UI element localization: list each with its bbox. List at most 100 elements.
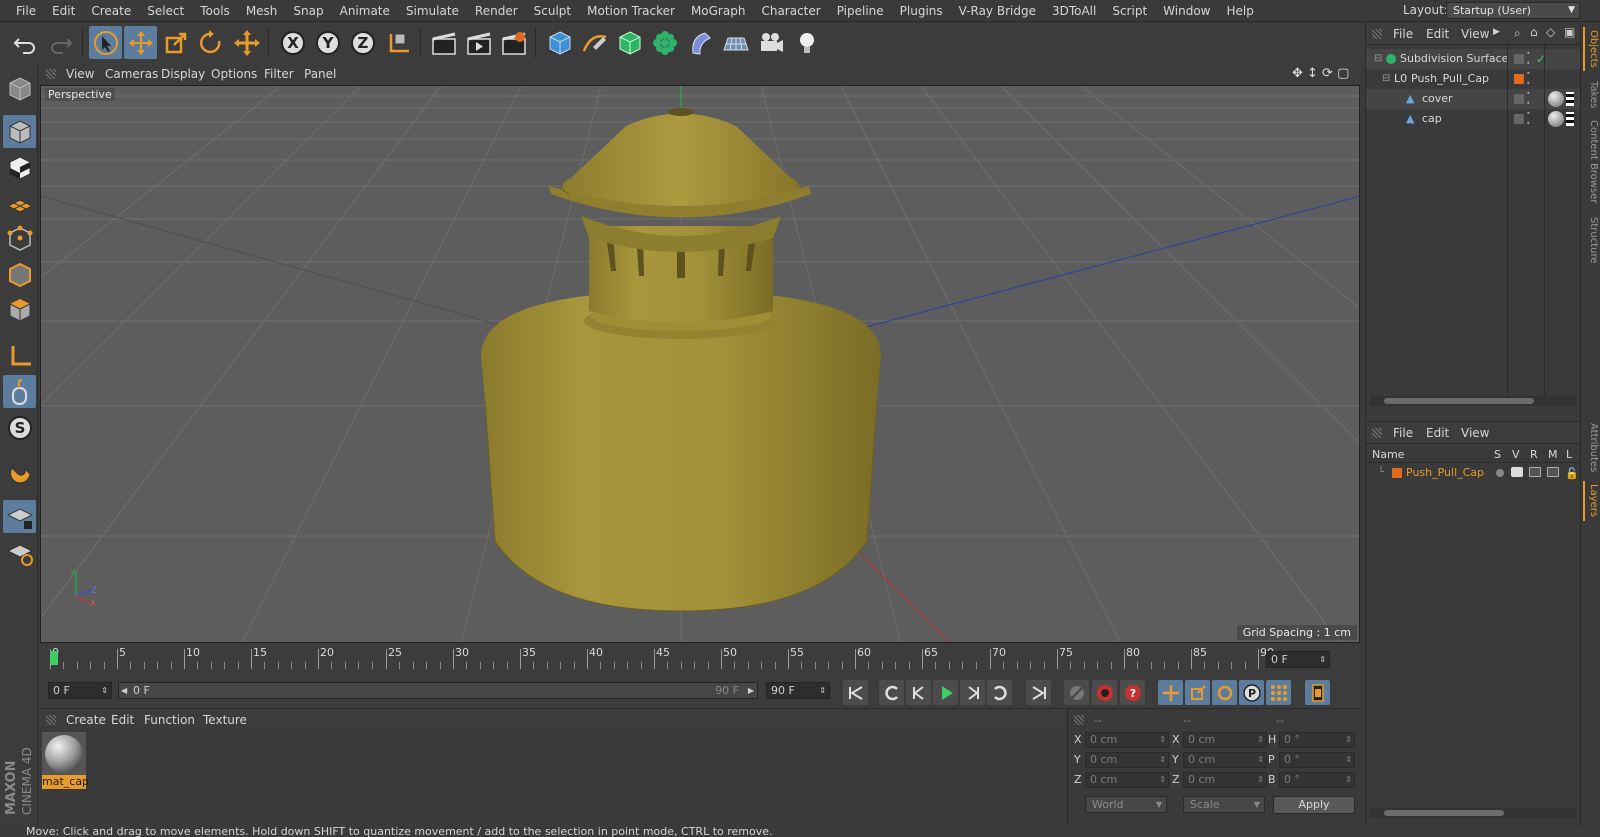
pos-x-field[interactable]: 0 cm ⇕: [1085, 732, 1169, 748]
key-rotation-button[interactable]: [1212, 680, 1237, 705]
tab-takes[interactable]: Takes: [1583, 79, 1599, 111]
edges-mode-button[interactable]: [3, 258, 36, 291]
render-picture-viewer-button[interactable]: [462, 26, 495, 59]
tab-content-browser[interactable]: Content Browser: [1583, 119, 1599, 205]
undo-button[interactable]: [8, 26, 41, 59]
menu-render[interactable]: Render: [467, 3, 526, 19]
menu-3dtoall[interactable]: 3DToAll: [1044, 3, 1104, 19]
texture-mode-button[interactable]: [3, 151, 36, 184]
playhead[interactable]: [50, 651, 58, 665]
new-window-icon[interactable]: ▣: [1564, 25, 1575, 39]
layer-menu-file[interactable]: File: [1393, 426, 1413, 440]
viewport-menu-cameras[interactable]: Cameras: [105, 67, 158, 81]
search-icon[interactable]: ⌕: [1514, 26, 1521, 41]
scrollbar-thumb[interactable]: [1384, 810, 1504, 816]
grip-handle[interactable]: [1372, 428, 1382, 438]
recent-tool-button[interactable]: [230, 26, 263, 59]
object-menu-file[interactable]: File: [1393, 27, 1413, 41]
rot-b-field[interactable]: 0 ° ⇕: [1279, 772, 1355, 788]
render-clapboard-icon[interactable]: [1529, 467, 1541, 477]
points-mode-button[interactable]: [3, 222, 36, 255]
autokeying-button[interactable]: ?: [1120, 680, 1145, 705]
visibility-dots-icon[interactable]: • •: [1526, 69, 1531, 89]
material-menu-create[interactable]: Create: [66, 713, 106, 727]
key-pla-button[interactable]: [1266, 680, 1291, 705]
menu-file[interactable]: File: [8, 3, 44, 19]
menu-edit[interactable]: Edit: [44, 3, 83, 19]
texture-tag-icon[interactable]: [1566, 92, 1574, 106]
column-view[interactable]: V: [1512, 448, 1520, 461]
column-manager[interactable]: M: [1548, 448, 1558, 461]
record-keys-off-button[interactable]: [1064, 680, 1089, 705]
material-menu-texture[interactable]: Texture: [203, 713, 247, 727]
current-frame-field[interactable]: 0 F ⇕: [1266, 651, 1330, 668]
render-view-button[interactable]: [427, 26, 460, 59]
object-row-cap[interactable]: ▲ cap • •: [1366, 109, 1581, 129]
viewport-nav-icons[interactable]: ✥ ↕ ⟳ ▢: [1292, 66, 1349, 81]
spline-pen-button[interactable]: [578, 26, 611, 59]
navigate-icon[interactable]: ◇: [1546, 25, 1555, 39]
menu-create[interactable]: Create: [83, 3, 139, 19]
polygons-mode-button[interactable]: [3, 293, 36, 326]
viewport-menu-view[interactable]: View: [66, 67, 94, 81]
object-row-push-pull-cap[interactable]: ⊟ L0 Push_Pull_Cap • •: [1366, 69, 1581, 89]
menu-vray-bridge[interactable]: V-Ray Bridge: [951, 3, 1044, 19]
z-axis-lock-button[interactable]: Z: [346, 26, 379, 59]
layer-manager-scrollbar[interactable]: [1370, 808, 1576, 818]
coordinate-mode-select[interactable]: World ▼: [1085, 796, 1167, 813]
menu-simulate[interactable]: Simulate: [398, 3, 467, 19]
object-row-subdivision-surface[interactable]: ⊟ Subdivision Surface • • ✓: [1366, 49, 1581, 69]
key-parameter-button[interactable]: P: [1239, 680, 1264, 705]
move-tool-button[interactable]: [124, 26, 157, 59]
next-key-button[interactable]: [987, 680, 1012, 705]
record-active-objects-button[interactable]: [1092, 680, 1117, 705]
tab-objects[interactable]: Objects: [1583, 27, 1599, 71]
timeline-window-button[interactable]: [1305, 680, 1330, 705]
layer-color-swatch[interactable]: [1514, 74, 1524, 84]
menu-sculpt[interactable]: Sculpt: [526, 3, 579, 19]
menu-tools[interactable]: Tools: [192, 3, 238, 19]
tree-collapse-icon[interactable]: ⊟: [1374, 49, 1382, 69]
cube-primitive-button[interactable]: [543, 26, 576, 59]
apply-button[interactable]: Apply: [1273, 796, 1355, 814]
go-to-end-button[interactable]: [1026, 680, 1051, 705]
layout-select[interactable]: Startup (User) ▼: [1446, 2, 1580, 19]
object-menu-view[interactable]: View: [1461, 27, 1489, 41]
layer-slot-icon[interactable]: [1514, 54, 1524, 64]
light-button[interactable]: [790, 26, 823, 59]
menu-character[interactable]: Character: [753, 3, 828, 19]
layer-menu-view[interactable]: View: [1461, 426, 1489, 440]
timeline-track[interactable]: 051015202530354045505560657075808590: [50, 646, 1274, 671]
eye-icon[interactable]: [1511, 467, 1523, 477]
grip-handle[interactable]: [46, 715, 56, 725]
rotate-tool-button[interactable]: [194, 26, 227, 59]
previous-key-button[interactable]: [879, 680, 904, 705]
make-editable-button[interactable]: [3, 72, 36, 105]
y-axis-lock-button[interactable]: Y: [311, 26, 344, 59]
lock-icon[interactable]: 🔓: [1565, 465, 1579, 483]
material-tag-icon[interactable]: [1548, 111, 1564, 127]
scrollbar-thumb[interactable]: [1384, 398, 1534, 404]
menu-animate[interactable]: Animate: [332, 3, 398, 19]
menu-plugins[interactable]: Plugins: [892, 3, 951, 19]
pos-z-field[interactable]: 0 cm ⇕: [1085, 772, 1169, 788]
redo-button[interactable]: [44, 26, 77, 59]
subdivision-surface-button[interactable]: [613, 26, 646, 59]
size-y-field[interactable]: 0 cm ⇕: [1183, 752, 1267, 768]
scale-tool-button[interactable]: [159, 26, 192, 59]
camera-button[interactable]: [754, 26, 787, 59]
live-selection-button[interactable]: [89, 26, 122, 59]
grip-handle[interactable]: [46, 69, 56, 79]
column-solo[interactable]: S: [1494, 448, 1501, 461]
manager-icon[interactable]: [1547, 467, 1559, 477]
object-menu-edit[interactable]: Edit: [1426, 27, 1449, 41]
viewport-menu-filter[interactable]: Filter: [264, 67, 294, 81]
viewport-menu-display[interactable]: Display: [161, 67, 205, 81]
tree-collapse-icon[interactable]: ⊟: [1382, 69, 1390, 89]
end-frame-field[interactable]: 90 F ⇕: [766, 682, 830, 699]
perspective-viewport[interactable]: Y Z X Perspective Grid Spacing : 1 cm: [40, 85, 1360, 643]
object-manager-scrollbar[interactable]: [1370, 396, 1576, 406]
texture-tag-icon[interactable]: [1566, 112, 1574, 126]
layer-row-push-pull-cap[interactable]: └ Push_Pull_Cap 🔓: [1366, 464, 1581, 482]
home-icon[interactable]: ⌂: [1530, 25, 1538, 39]
